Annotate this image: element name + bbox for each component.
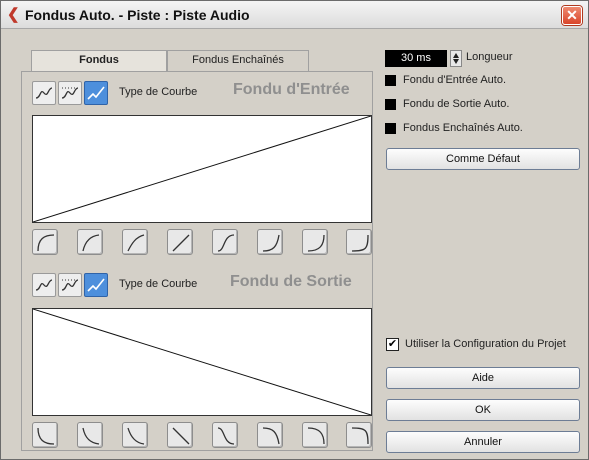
damped-spline-curve-icon xyxy=(61,87,79,99)
curve-convex-icon xyxy=(262,427,280,445)
damped-spline-curve-icon xyxy=(61,279,79,291)
curve-s-icon xyxy=(217,427,235,445)
fade-in-preset-5[interactable] xyxy=(212,229,238,255)
fade-in-spline-curve-button[interactable] xyxy=(32,81,56,105)
fade-in-curve-type-label: Type de Courbe xyxy=(119,86,198,98)
auto-crossfade-option[interactable]: Fondus Enchaînés Auto. xyxy=(385,122,565,136)
cubase-logo-icon: ❮ xyxy=(7,6,20,23)
auto-crossfade-checkbox[interactable] xyxy=(385,123,396,134)
use-project-settings-label: Utiliser la Configuration du Projet xyxy=(405,338,566,350)
fade-in-preset-7[interactable] xyxy=(302,229,328,255)
curve-convex-icon xyxy=(307,427,325,445)
cancel-button[interactable]: Annuler xyxy=(386,431,580,453)
fade-out-preset-3[interactable] xyxy=(122,422,148,448)
length-value-field[interactable]: 30 ms xyxy=(385,50,447,67)
auto-crossfade-label: Fondus Enchaînés Auto. xyxy=(403,122,523,134)
fade-out-preset-2[interactable] xyxy=(77,422,103,448)
curve-convex-icon xyxy=(37,234,55,252)
curve-concave-icon xyxy=(127,427,145,445)
fade-in-preset-4[interactable] xyxy=(167,229,193,255)
fade-out-preset-5[interactable] xyxy=(212,422,238,448)
auto-fade-out-checkbox[interactable] xyxy=(385,99,396,110)
close-button[interactable]: ✕ xyxy=(562,6,582,25)
fade-in-preset-8[interactable] xyxy=(346,229,372,255)
auto-fade-out-option[interactable]: Fondu de Sortie Auto. xyxy=(385,98,565,112)
curve-concave-icon xyxy=(82,427,100,445)
fade-out-preset-1[interactable] xyxy=(32,422,58,448)
fade-out-preset-8[interactable] xyxy=(346,422,372,448)
fade-dialog: ❮ Fondus Auto. - Piste : Piste Audio ✕ F… xyxy=(0,0,589,460)
auto-fade-in-label: Fondu d'Entrée Auto. xyxy=(403,74,507,86)
fade-in-preset-3[interactable] xyxy=(122,229,148,255)
fade-in-curve-display[interactable] xyxy=(32,115,372,223)
curve-s-icon xyxy=(217,234,235,252)
fade-out-curve xyxy=(33,309,371,415)
linear-curve-icon xyxy=(87,86,105,100)
curve-concave-icon xyxy=(307,234,325,252)
spline-curve-icon xyxy=(35,279,53,291)
auto-fade-in-option[interactable]: Fondu d'Entrée Auto. xyxy=(385,74,565,88)
window-title: Fondus Auto. - Piste : Piste Audio xyxy=(25,7,250,23)
fade-out-curve-display[interactable] xyxy=(32,308,372,416)
fade-in-curve xyxy=(33,116,371,222)
title-bar[interactable]: ❮ Fondus Auto. - Piste : Piste Audio ✕ xyxy=(1,1,588,29)
fade-out-damped-curve-button[interactable] xyxy=(58,273,82,297)
spinner-up-icon[interactable] xyxy=(453,53,459,58)
length-label: Longueur xyxy=(466,51,513,63)
auto-fade-out-label: Fondu de Sortie Auto. xyxy=(403,98,510,110)
fade-out-spline-curve-button[interactable] xyxy=(32,273,56,297)
fade-in-damped-curve-button[interactable] xyxy=(58,81,82,105)
fade-in-preset-2[interactable] xyxy=(77,229,103,255)
fade-out-title: Fondu de Sortie xyxy=(230,273,352,290)
fade-in-title: Fondu d'Entrée xyxy=(233,81,350,98)
fade-in-preset-1[interactable] xyxy=(32,229,58,255)
length-spinner[interactable] xyxy=(450,50,462,67)
ok-button[interactable]: OK xyxy=(386,399,580,421)
as-default-button[interactable]: Comme Défaut xyxy=(386,148,580,170)
fade-in-linear-spline-button[interactable] xyxy=(84,81,108,105)
curve-linear-icon xyxy=(172,427,190,445)
fade-out-preset-7[interactable] xyxy=(302,422,328,448)
fade-in-presets xyxy=(32,229,372,255)
fade-out-curve-type-label: Type de Courbe xyxy=(119,278,198,290)
fade-in-preset-6[interactable] xyxy=(257,229,283,255)
curve-convex-icon xyxy=(127,234,145,252)
tab-fondus-enchaines[interactable]: Fondus Enchaînés xyxy=(167,50,309,71)
fade-out-presets xyxy=(32,422,372,448)
auto-fade-in-checkbox[interactable] xyxy=(385,75,396,86)
fade-out-preset-4[interactable] xyxy=(167,422,193,448)
fade-out-preset-6[interactable] xyxy=(257,422,283,448)
fade-out-curve-types xyxy=(32,273,112,297)
tab-fondus[interactable]: Fondus xyxy=(31,50,167,72)
curve-linear-icon xyxy=(172,234,190,252)
curve-convex-icon xyxy=(351,427,369,445)
curve-concave-icon xyxy=(351,234,369,252)
tab-bar: Fondus Fondus Enchaînés xyxy=(31,50,311,72)
curve-concave-icon xyxy=(37,427,55,445)
curve-concave-icon xyxy=(262,234,280,252)
linear-curve-icon xyxy=(87,278,105,292)
fade-in-curve-types xyxy=(32,81,112,105)
curve-convex-icon xyxy=(82,234,100,252)
use-project-settings-checkbox[interactable]: ✔ xyxy=(386,338,399,351)
fade-out-linear-spline-button[interactable] xyxy=(84,273,108,297)
help-button[interactable]: Aide xyxy=(386,367,580,389)
spinner-down-icon[interactable] xyxy=(453,59,459,64)
spline-curve-icon xyxy=(35,87,53,99)
